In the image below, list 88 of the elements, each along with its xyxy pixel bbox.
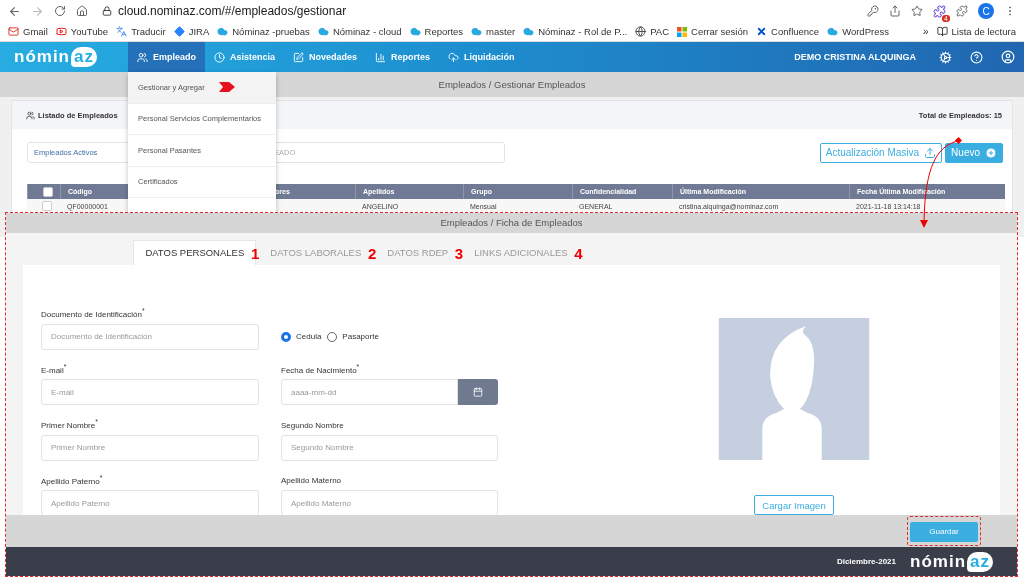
radio-option[interactable]: Cedula xyxy=(281,331,322,342)
star-icon[interactable] xyxy=(911,5,923,17)
avatar-placeholder-icon xyxy=(718,317,870,461)
radio-option[interactable]: Pasaporte xyxy=(327,331,379,342)
text-field[interactable]: E-mail xyxy=(41,379,259,406)
field-label: Primer Nombre$^{*}$ xyxy=(41,418,99,430)
user-name: DEMO CRISTINA ALQUINGA xyxy=(794,51,916,64)
radio-button[interactable] xyxy=(327,331,338,342)
text-field[interactable]: Apellido Materno xyxy=(281,490,498,516)
field-label: Fecha de Nacimiento$^{*}$ xyxy=(281,362,361,375)
radio-label: Pasaporte xyxy=(342,332,379,341)
book-icon xyxy=(936,26,948,37)
upload-icon xyxy=(448,51,460,63)
date-field[interactable]: aaaa-mm-dd xyxy=(281,379,458,406)
edit-icon xyxy=(293,51,305,63)
address-bar[interactable]: cloud.nominaz.com/#/empleados/gestionar xyxy=(118,4,347,18)
share-icon[interactable] xyxy=(889,5,901,17)
bookmark-icon xyxy=(217,26,229,37)
form-tab[interactable]: DATOS LABORALES 2 xyxy=(258,239,374,265)
extension-icon[interactable] xyxy=(933,4,946,18)
bookmark-icon xyxy=(635,26,647,37)
bookmark-icon xyxy=(756,26,768,37)
tiles-icon xyxy=(677,26,688,37)
chart-icon xyxy=(375,51,387,63)
bookmark-link[interactable]: Reportes xyxy=(409,26,464,37)
bookmark-icon xyxy=(471,26,483,37)
bookmark-link[interactable]: Nóminaz -pruebas xyxy=(217,26,310,37)
nav-tab[interactable]: Empleado xyxy=(128,42,205,72)
bookmark-link[interactable]: Nóminaz - Rol de P... xyxy=(523,26,628,37)
lock-icon xyxy=(102,6,112,16)
field-label: Segundo Nombre xyxy=(281,420,345,430)
step-number: 3 xyxy=(454,244,464,262)
users-icon xyxy=(137,51,148,63)
bookmark-icon xyxy=(523,26,535,37)
footer-logo: nómin az xyxy=(910,551,993,572)
bookmark-link[interactable]: Traducir xyxy=(116,26,166,37)
clock-icon xyxy=(214,51,225,63)
step-number: 1 xyxy=(250,244,260,262)
form-tab[interactable]: DATOS PERSONALES 1 xyxy=(133,239,257,265)
users-icon xyxy=(26,110,35,120)
form-tab[interactable]: DATOS RDEP 3 xyxy=(375,239,461,265)
bookmark-icon xyxy=(317,26,329,37)
bookmark-icon xyxy=(116,26,128,37)
plus-icon xyxy=(985,146,997,159)
bookmark-icon xyxy=(173,26,185,37)
bookmark-icon xyxy=(827,26,839,37)
field-label: Apellido Paterno$^{*}$ xyxy=(41,473,104,486)
bookmark-link[interactable]: JIRA xyxy=(173,26,210,37)
bookmark-icon xyxy=(8,26,19,37)
text-field[interactable]: Segundo Nombre xyxy=(281,434,498,461)
extensions-icon[interactable] xyxy=(956,5,968,17)
step-number: 4 xyxy=(574,244,583,262)
more-bookmarks[interactable]: » xyxy=(923,26,929,37)
row-checkbox[interactable] xyxy=(42,201,52,211)
bookmark-icon xyxy=(409,26,421,37)
bookmark-link[interactable]: Confluence xyxy=(756,26,820,37)
upload-icon xyxy=(924,146,937,159)
bookmark-link[interactable]: YouTube xyxy=(55,26,109,37)
home-icon[interactable] xyxy=(76,5,88,17)
select-all-checkbox[interactable] xyxy=(42,186,53,197)
bookmark-link[interactable]: WordPress xyxy=(827,26,889,37)
form-breadcrumb: Empleados / Ficha de Empleados xyxy=(6,213,1017,233)
footer-date: Diciembre-2021 xyxy=(836,557,897,567)
reload-icon[interactable] xyxy=(54,5,66,17)
text-field[interactable]: Apellido Paterno xyxy=(41,490,259,516)
bookmark-link[interactable]: Cerrar sesión xyxy=(677,26,749,37)
bookmark-link[interactable]: Gmail xyxy=(8,26,48,37)
field-label: Apellido Materno xyxy=(281,476,343,486)
app-logo: nómin az xyxy=(14,47,97,67)
nav-tab[interactable]: Liquidación xyxy=(439,42,524,72)
radio-label: Cedula xyxy=(296,332,322,341)
back-icon[interactable] xyxy=(8,4,21,18)
step-number: 2 xyxy=(367,244,377,262)
calendar-button[interactable] xyxy=(458,379,498,406)
text-field[interactable]: Documento de Identificación xyxy=(41,323,259,350)
field-label: Documento de Identificación$^{*}$ xyxy=(41,306,146,319)
bookmark-link[interactable]: master xyxy=(471,26,516,37)
field-label: E-mail$^{*}$ xyxy=(41,362,68,375)
pointer-arrow-icon xyxy=(218,82,235,93)
text-field[interactable]: Primer Nombre xyxy=(41,434,259,461)
radio-button[interactable] xyxy=(281,331,291,342)
calendar-icon xyxy=(473,387,483,398)
key-icon[interactable] xyxy=(867,5,879,17)
profile-avatar[interactable]: C xyxy=(978,3,994,19)
bookmark-icon xyxy=(55,26,67,37)
bookmark-link[interactable]: Nóminaz - cloud xyxy=(317,26,402,37)
reading-list-link[interactable]: Lista de lectura xyxy=(936,26,1016,37)
bookmark-link[interactable]: PAC xyxy=(635,26,670,37)
